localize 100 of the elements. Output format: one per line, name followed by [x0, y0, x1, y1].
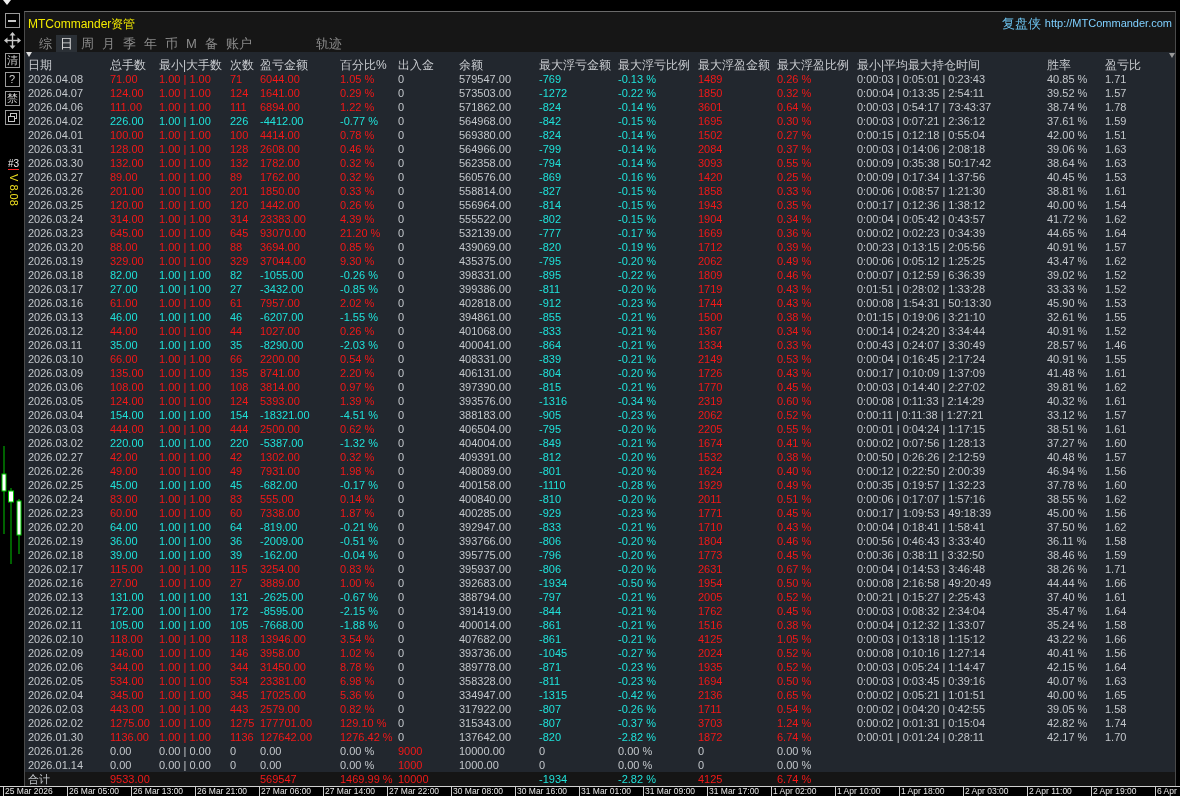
table-cell: 82.00 [110, 268, 138, 282]
table-cell: 2026.02.09 [28, 646, 84, 660]
table-cell: 4125 [698, 772, 723, 786]
table-cell: 1695 [698, 114, 723, 128]
tab[interactable]: 综 [35, 35, 56, 52]
minimize-button[interactable] [4, 13, 20, 28]
table-cell: 1.63 [1105, 142, 1127, 156]
table-cell: 0.54 % [777, 702, 812, 716]
table-cell: 408331.00 [459, 352, 511, 366]
table-cell: 1954 [698, 576, 723, 590]
table-cell: 0.53 % [777, 352, 812, 366]
tab[interactable]: 年 [140, 35, 161, 52]
table-cell: 0.00 [110, 744, 132, 758]
table-cell: -0.37 % [618, 716, 656, 730]
toolbar-button[interactable]: ? [4, 72, 20, 87]
table-cell: 0.00 % [340, 758, 375, 772]
table-cell: 0.85 % [340, 240, 375, 254]
tab[interactable]: 周 [77, 35, 98, 52]
table-cell: 2062 [698, 254, 723, 268]
table-cell: 9000 [398, 744, 423, 758]
website-link[interactable]: http://MTCommander.com [1044, 17, 1172, 30]
table-cell: 2026.03.02 [28, 436, 84, 450]
table-cell: 0 [398, 170, 405, 184]
table-cell: 0 [539, 744, 546, 758]
tab[interactable]: 日 [56, 35, 77, 52]
tab[interactable]: 币 [161, 35, 182, 52]
table-cell: -824 [539, 128, 562, 142]
table-cell: 0:00:08 | 0:11:33 | 2:14:29 [857, 394, 985, 408]
toolbar-button[interactable]: 清 [4, 53, 20, 68]
table-cell: 0.46 % [777, 534, 812, 548]
table-cell: 17025.00 [260, 688, 306, 702]
table-cell: -0.23 % [618, 660, 656, 674]
table-cell: 400285.00 [459, 506, 511, 520]
table-cell: 0:00:03 | 0:05:24 | 1:14:47 [857, 660, 986, 674]
table-cell: 1.52 [1105, 282, 1127, 296]
tab[interactable]: 账户 [221, 35, 256, 52]
table-cell: 0:00:17 | 1:09:53 | 49:18:39 [857, 506, 992, 520]
table-cell: -807 [539, 716, 562, 730]
table-cell: 1.71 [1105, 72, 1127, 86]
table-cell: 0:00:03 | 0:14:40 | 2:27:02 [857, 380, 986, 394]
table-cell: 1.53 [1105, 170, 1127, 184]
table-cell: 1.22 % [340, 100, 375, 114]
table-cell: 0.55 % [777, 156, 812, 170]
move-icon[interactable] [3, 32, 21, 49]
table-cell: 1.00 | 1.00 [159, 506, 211, 520]
table-cell: 172 [230, 604, 249, 618]
tab[interactable]: 备 [200, 35, 222, 52]
table-cell: 0.00 [260, 744, 282, 758]
table-cell: 564966.00 [459, 142, 511, 156]
table-cell: -0.77 % [340, 114, 378, 128]
table-cell: 1.00 | 1.00 [159, 646, 211, 660]
table-cell: 40.45 % [1047, 170, 1088, 184]
table-cell: 2026.04.08 [28, 72, 84, 86]
table-cell: -929 [539, 506, 562, 520]
table-cell: 1.51 [1105, 128, 1127, 142]
table-cell: 645.00 [110, 226, 144, 240]
table-cell: -1934 [539, 576, 568, 590]
table-cell: 555.00 [260, 492, 294, 506]
axis-label: 30 Mar 16:00 [515, 787, 579, 796]
restore-button[interactable] [4, 110, 20, 125]
tab[interactable]: 月 [98, 35, 119, 52]
table-cell: 1762 [698, 604, 723, 618]
table-cell: -1110 [539, 478, 566, 492]
table-cell: 9533.00 [110, 772, 150, 786]
table-cell: -811 [539, 674, 561, 688]
table-cell: 393736.00 [459, 646, 511, 660]
table-cell: 393766.00 [459, 534, 511, 548]
trail-button[interactable]: 轨迹 [311, 35, 346, 52]
table-cell: -0.21 % [618, 310, 656, 324]
tab[interactable]: 季 [119, 35, 140, 52]
table-cell: 43.22 % [1047, 632, 1088, 646]
table-cell: 1275.00 [110, 716, 150, 730]
table-cell: -162.00 [260, 548, 298, 562]
table-cell: 1.58 [1105, 534, 1127, 548]
toolbar-button[interactable]: 禁 [4, 91, 20, 106]
table-cell: 2200.00 [260, 352, 300, 366]
table-cell: -6207.00 [260, 310, 304, 324]
tab[interactable]: M [182, 35, 201, 52]
table-cell: 558814.00 [459, 184, 511, 198]
table-cell: 38.55 % [1047, 492, 1088, 506]
table-cell: 124.00 [110, 394, 144, 408]
table-cell: -811 [539, 282, 561, 296]
table-cell: -0.14 % [618, 156, 656, 170]
table-cell: 1.00 | 1.00 [159, 240, 211, 254]
table-cell: 0.51 % [777, 492, 812, 506]
table-cell: 2026.03.03 [28, 422, 84, 436]
table-cell: 111 [230, 100, 247, 114]
triangle-marker-icon [1169, 53, 1175, 58]
table-cell: 42 [230, 450, 243, 464]
table-cell: 1.55 [1105, 310, 1127, 324]
table-cell: 0 [398, 86, 405, 100]
table-cell: 108 [230, 380, 249, 394]
table-cell: 27.00 [110, 282, 138, 296]
table-cell: 1.00 | 1.00 [159, 632, 211, 646]
table-cell: 45.00 % [1047, 506, 1088, 520]
table-cell: 33.12 % [1047, 408, 1088, 422]
table-cell: 1136.00 [110, 730, 149, 744]
table-cell: 1.46 [1105, 338, 1127, 352]
table-cell: 0 [398, 324, 405, 338]
table-cell: 37.40 % [1047, 590, 1088, 604]
